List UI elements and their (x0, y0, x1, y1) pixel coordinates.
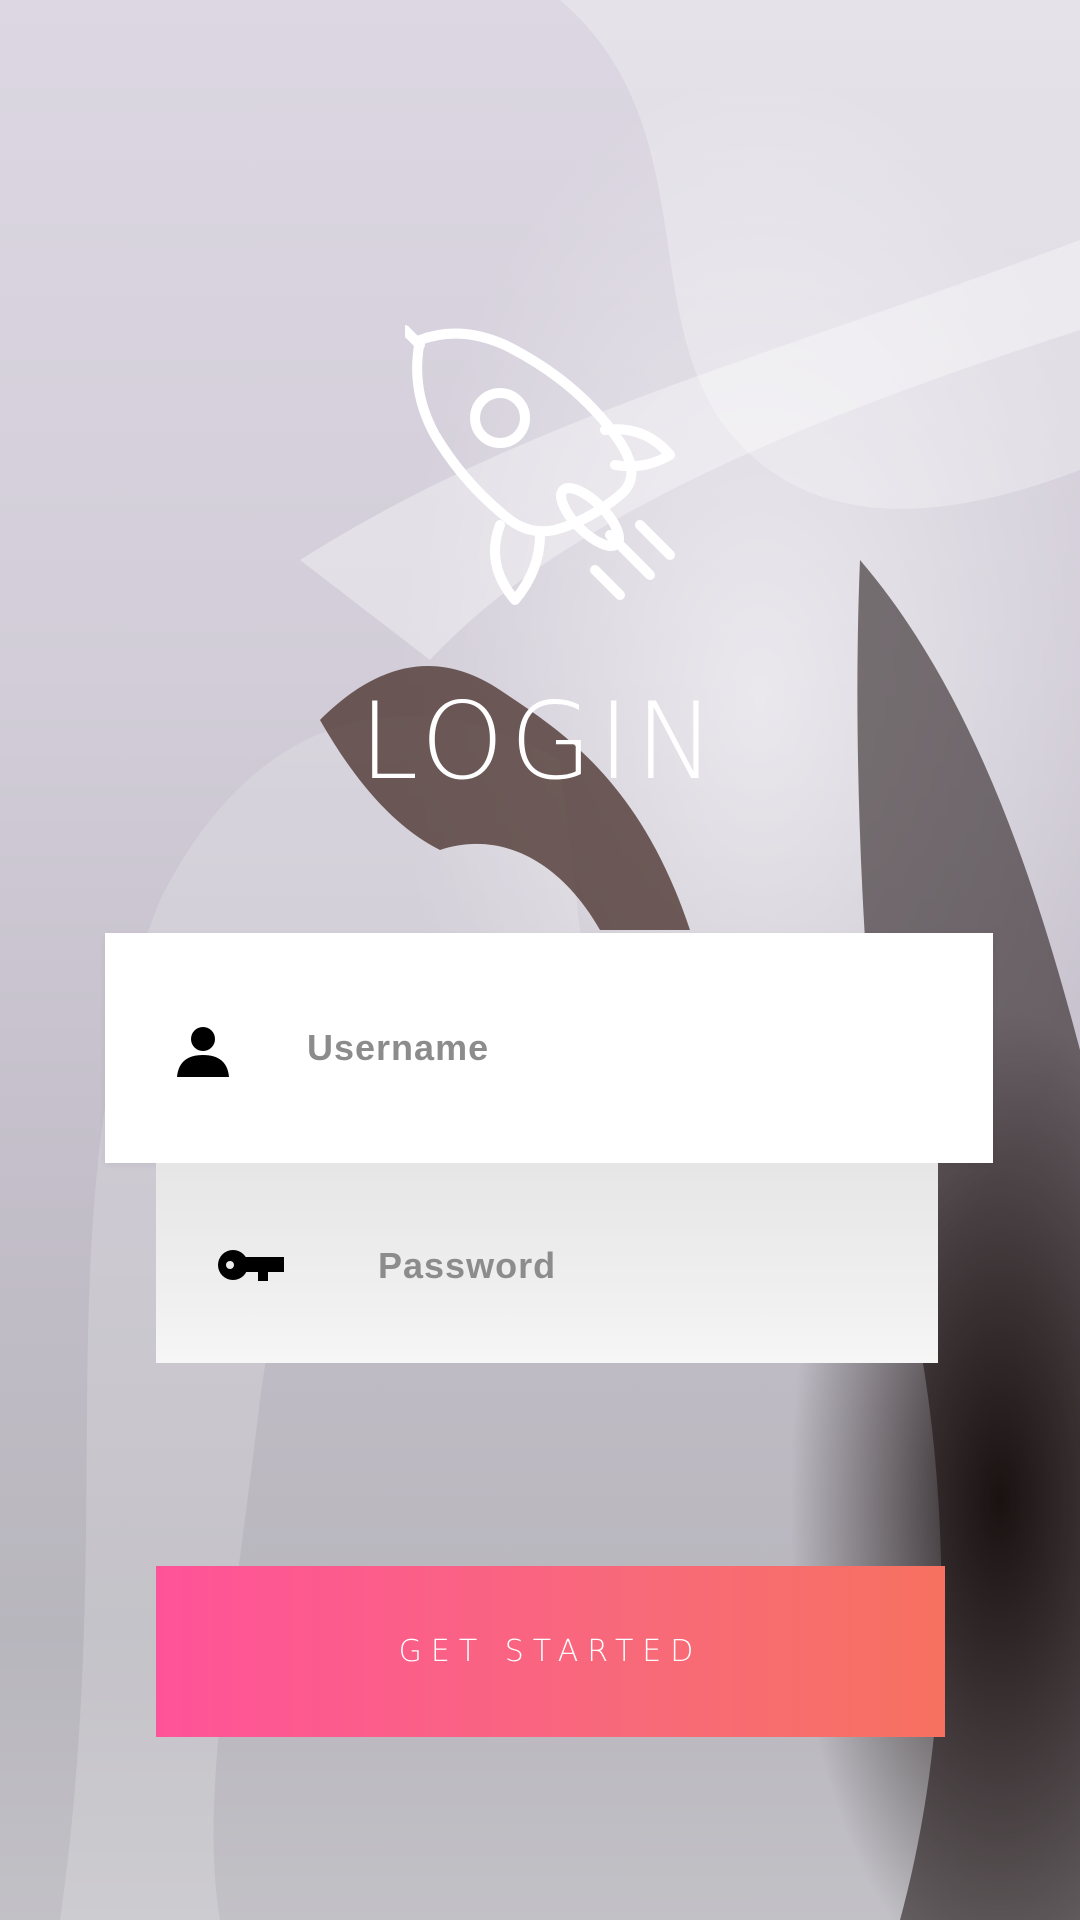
rocket-icon (405, 325, 675, 605)
password-input[interactable] (378, 1241, 898, 1291)
username-input[interactable] (307, 1023, 947, 1073)
password-field[interactable] (156, 1163, 938, 1363)
page-title: LOGIN (359, 680, 721, 803)
get-started-button[interactable]: GET STARTED (156, 1566, 945, 1737)
user-icon (177, 1027, 229, 1077)
username-field[interactable] (105, 933, 993, 1163)
key-icon (218, 1250, 284, 1281)
